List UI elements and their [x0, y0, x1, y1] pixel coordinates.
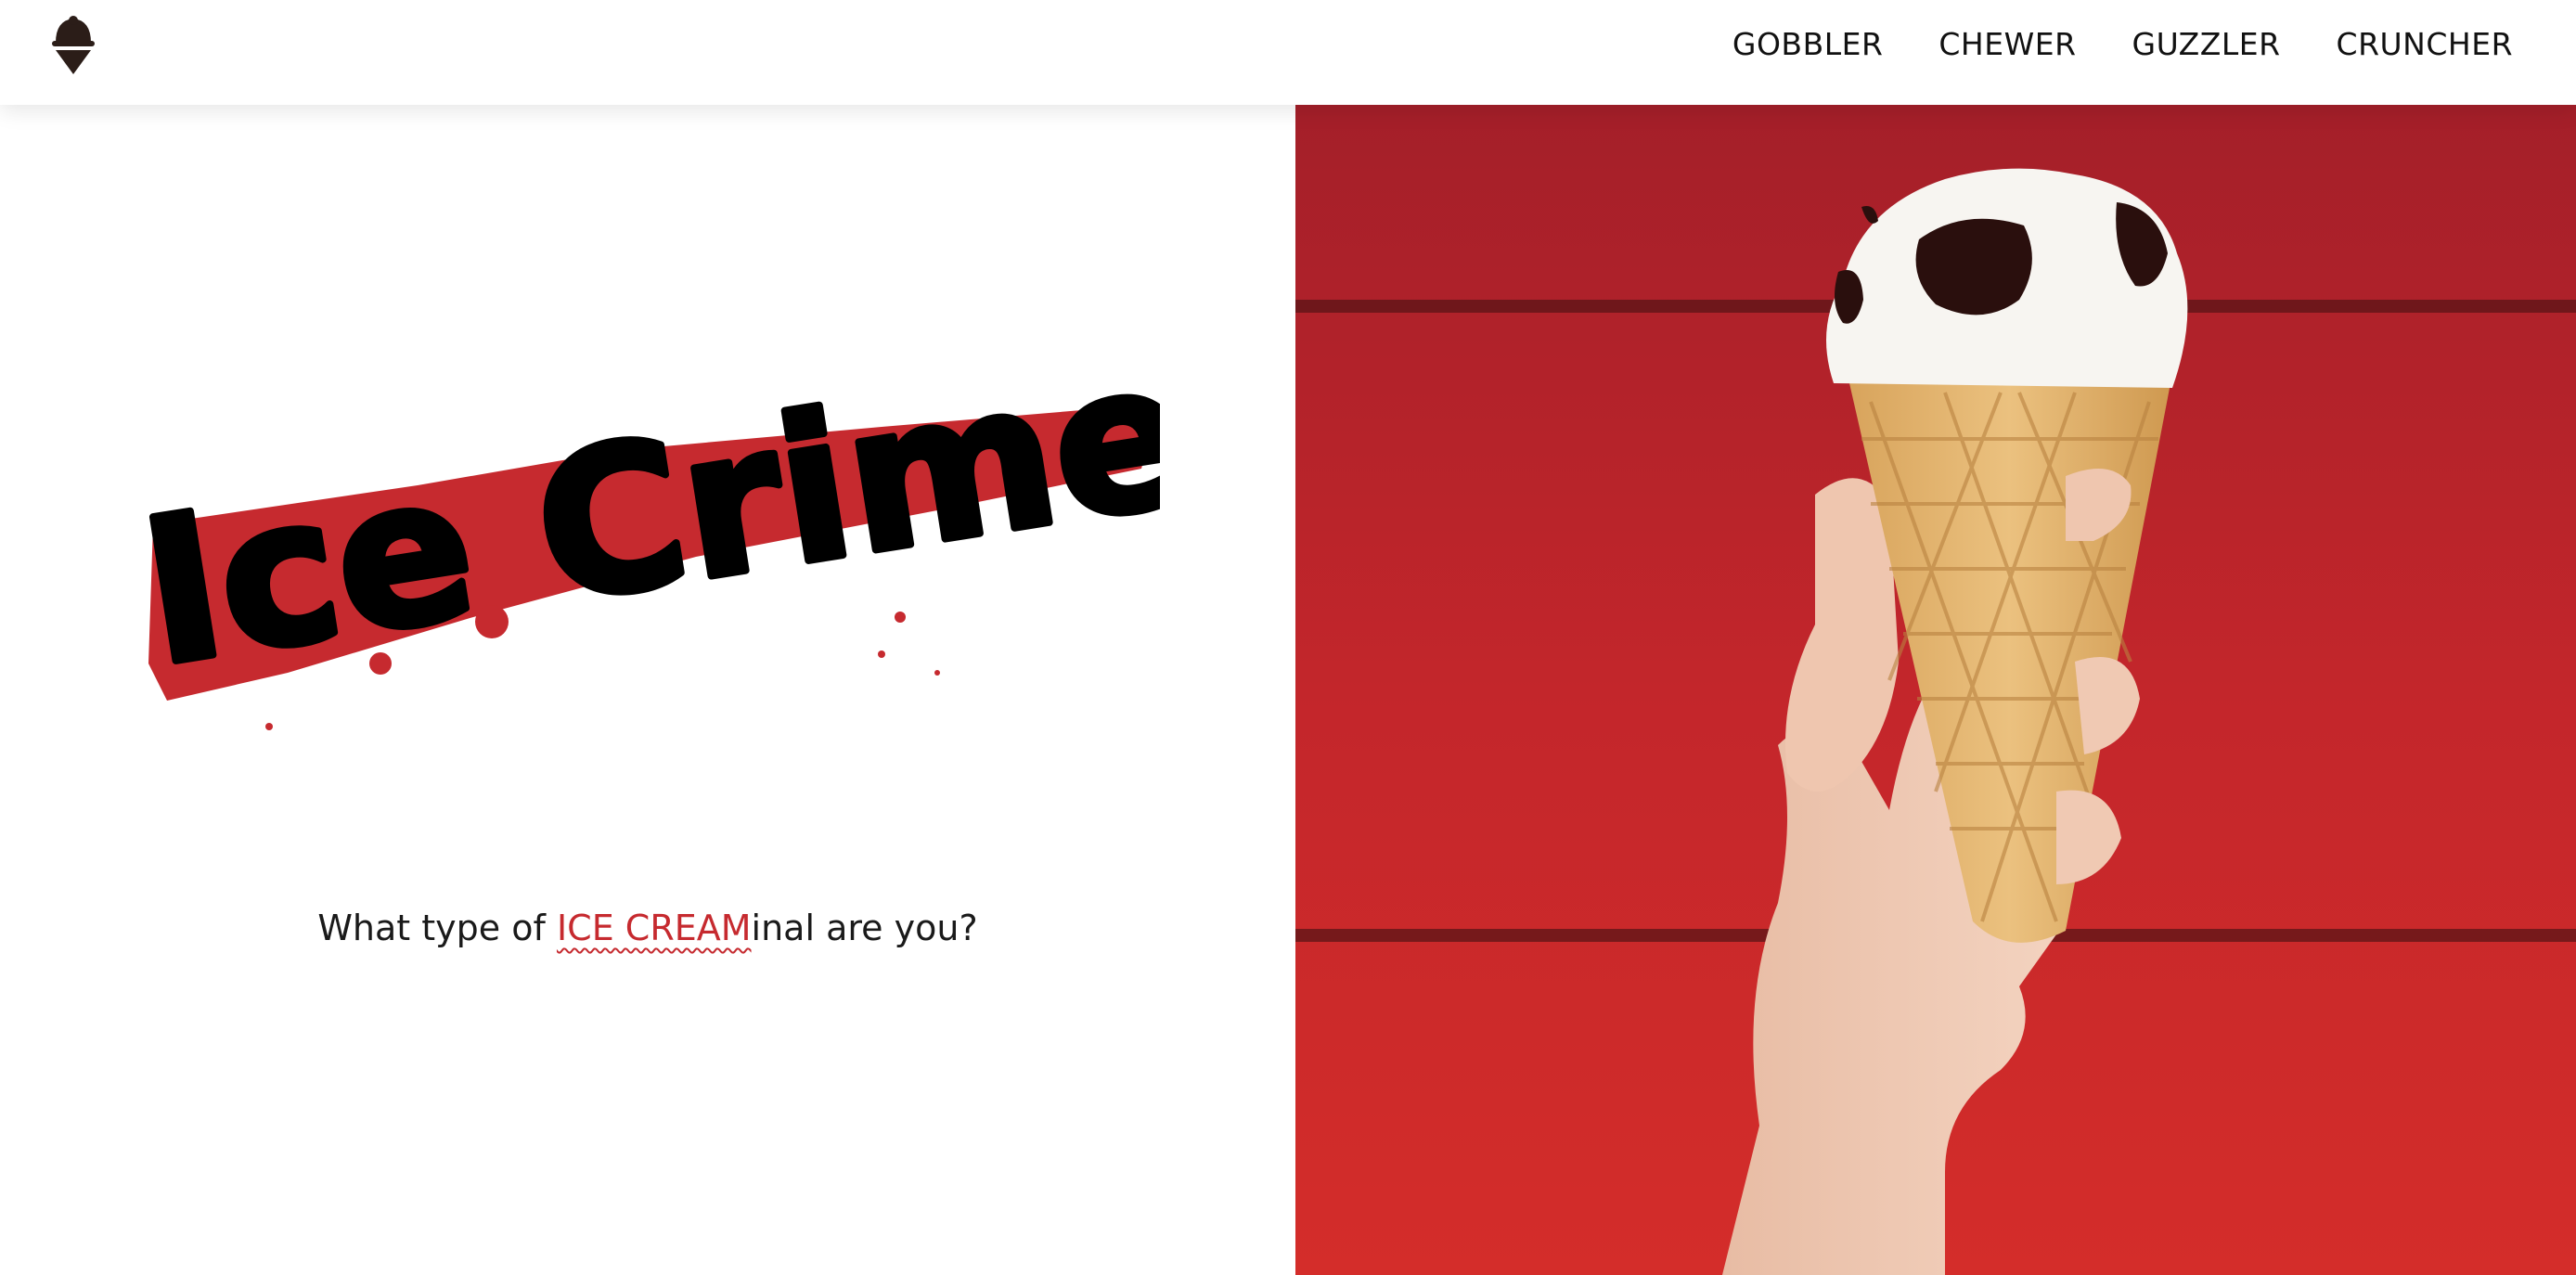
- nav-gobbler[interactable]: GOBBLER: [1732, 26, 1884, 63]
- tagline-before: What type of: [317, 908, 557, 948]
- nav-cruncher[interactable]: CRUNCHER: [2337, 26, 2513, 63]
- tagline-after: inal are you?: [751, 908, 978, 948]
- hero-photo-panel: [1295, 105, 2576, 1275]
- hero-photo: [1295, 105, 2576, 1275]
- nav-guzzler[interactable]: GUZZLER: [2132, 26, 2281, 63]
- ice-cream-cone-icon[interactable]: [50, 15, 97, 74]
- nav-chewer[interactable]: CHEWER: [1938, 26, 2076, 63]
- site-header: GOBBLER CHEWER GUZZLER CRUNCHER: [0, 0, 2576, 105]
- main-nav: GOBBLER CHEWER GUZZLER CRUNCHER: [1732, 26, 2513, 63]
- hero-title: Ice Crime: [139, 385, 1160, 710]
- hero-title-logo: Ice Crime: [139, 385, 1160, 730]
- tagline-highlight: ICE CREAM: [556, 908, 752, 948]
- hero-tagline: What type of ICE CREAMinal are you?: [0, 908, 1295, 948]
